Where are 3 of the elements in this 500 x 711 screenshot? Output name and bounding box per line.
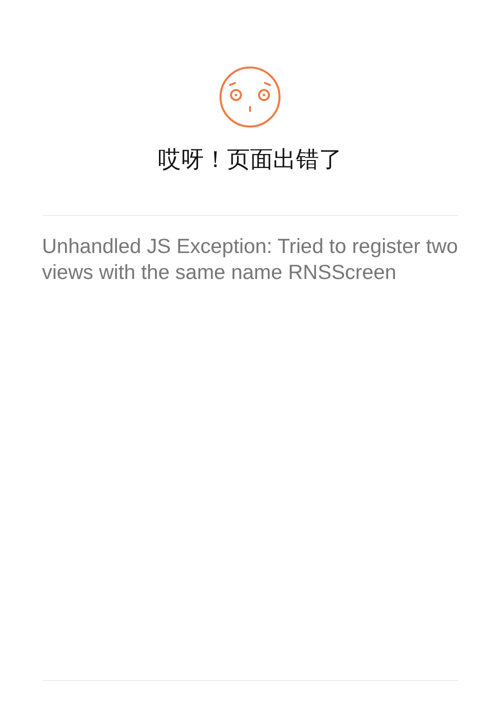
- error-title: 哎呀！页面出错了: [158, 146, 342, 175]
- surprised-face-icon: [219, 66, 281, 128]
- error-message: Unhandled JS Exception: Tried to register two views with the same name RNSScreen: [42, 234, 458, 286]
